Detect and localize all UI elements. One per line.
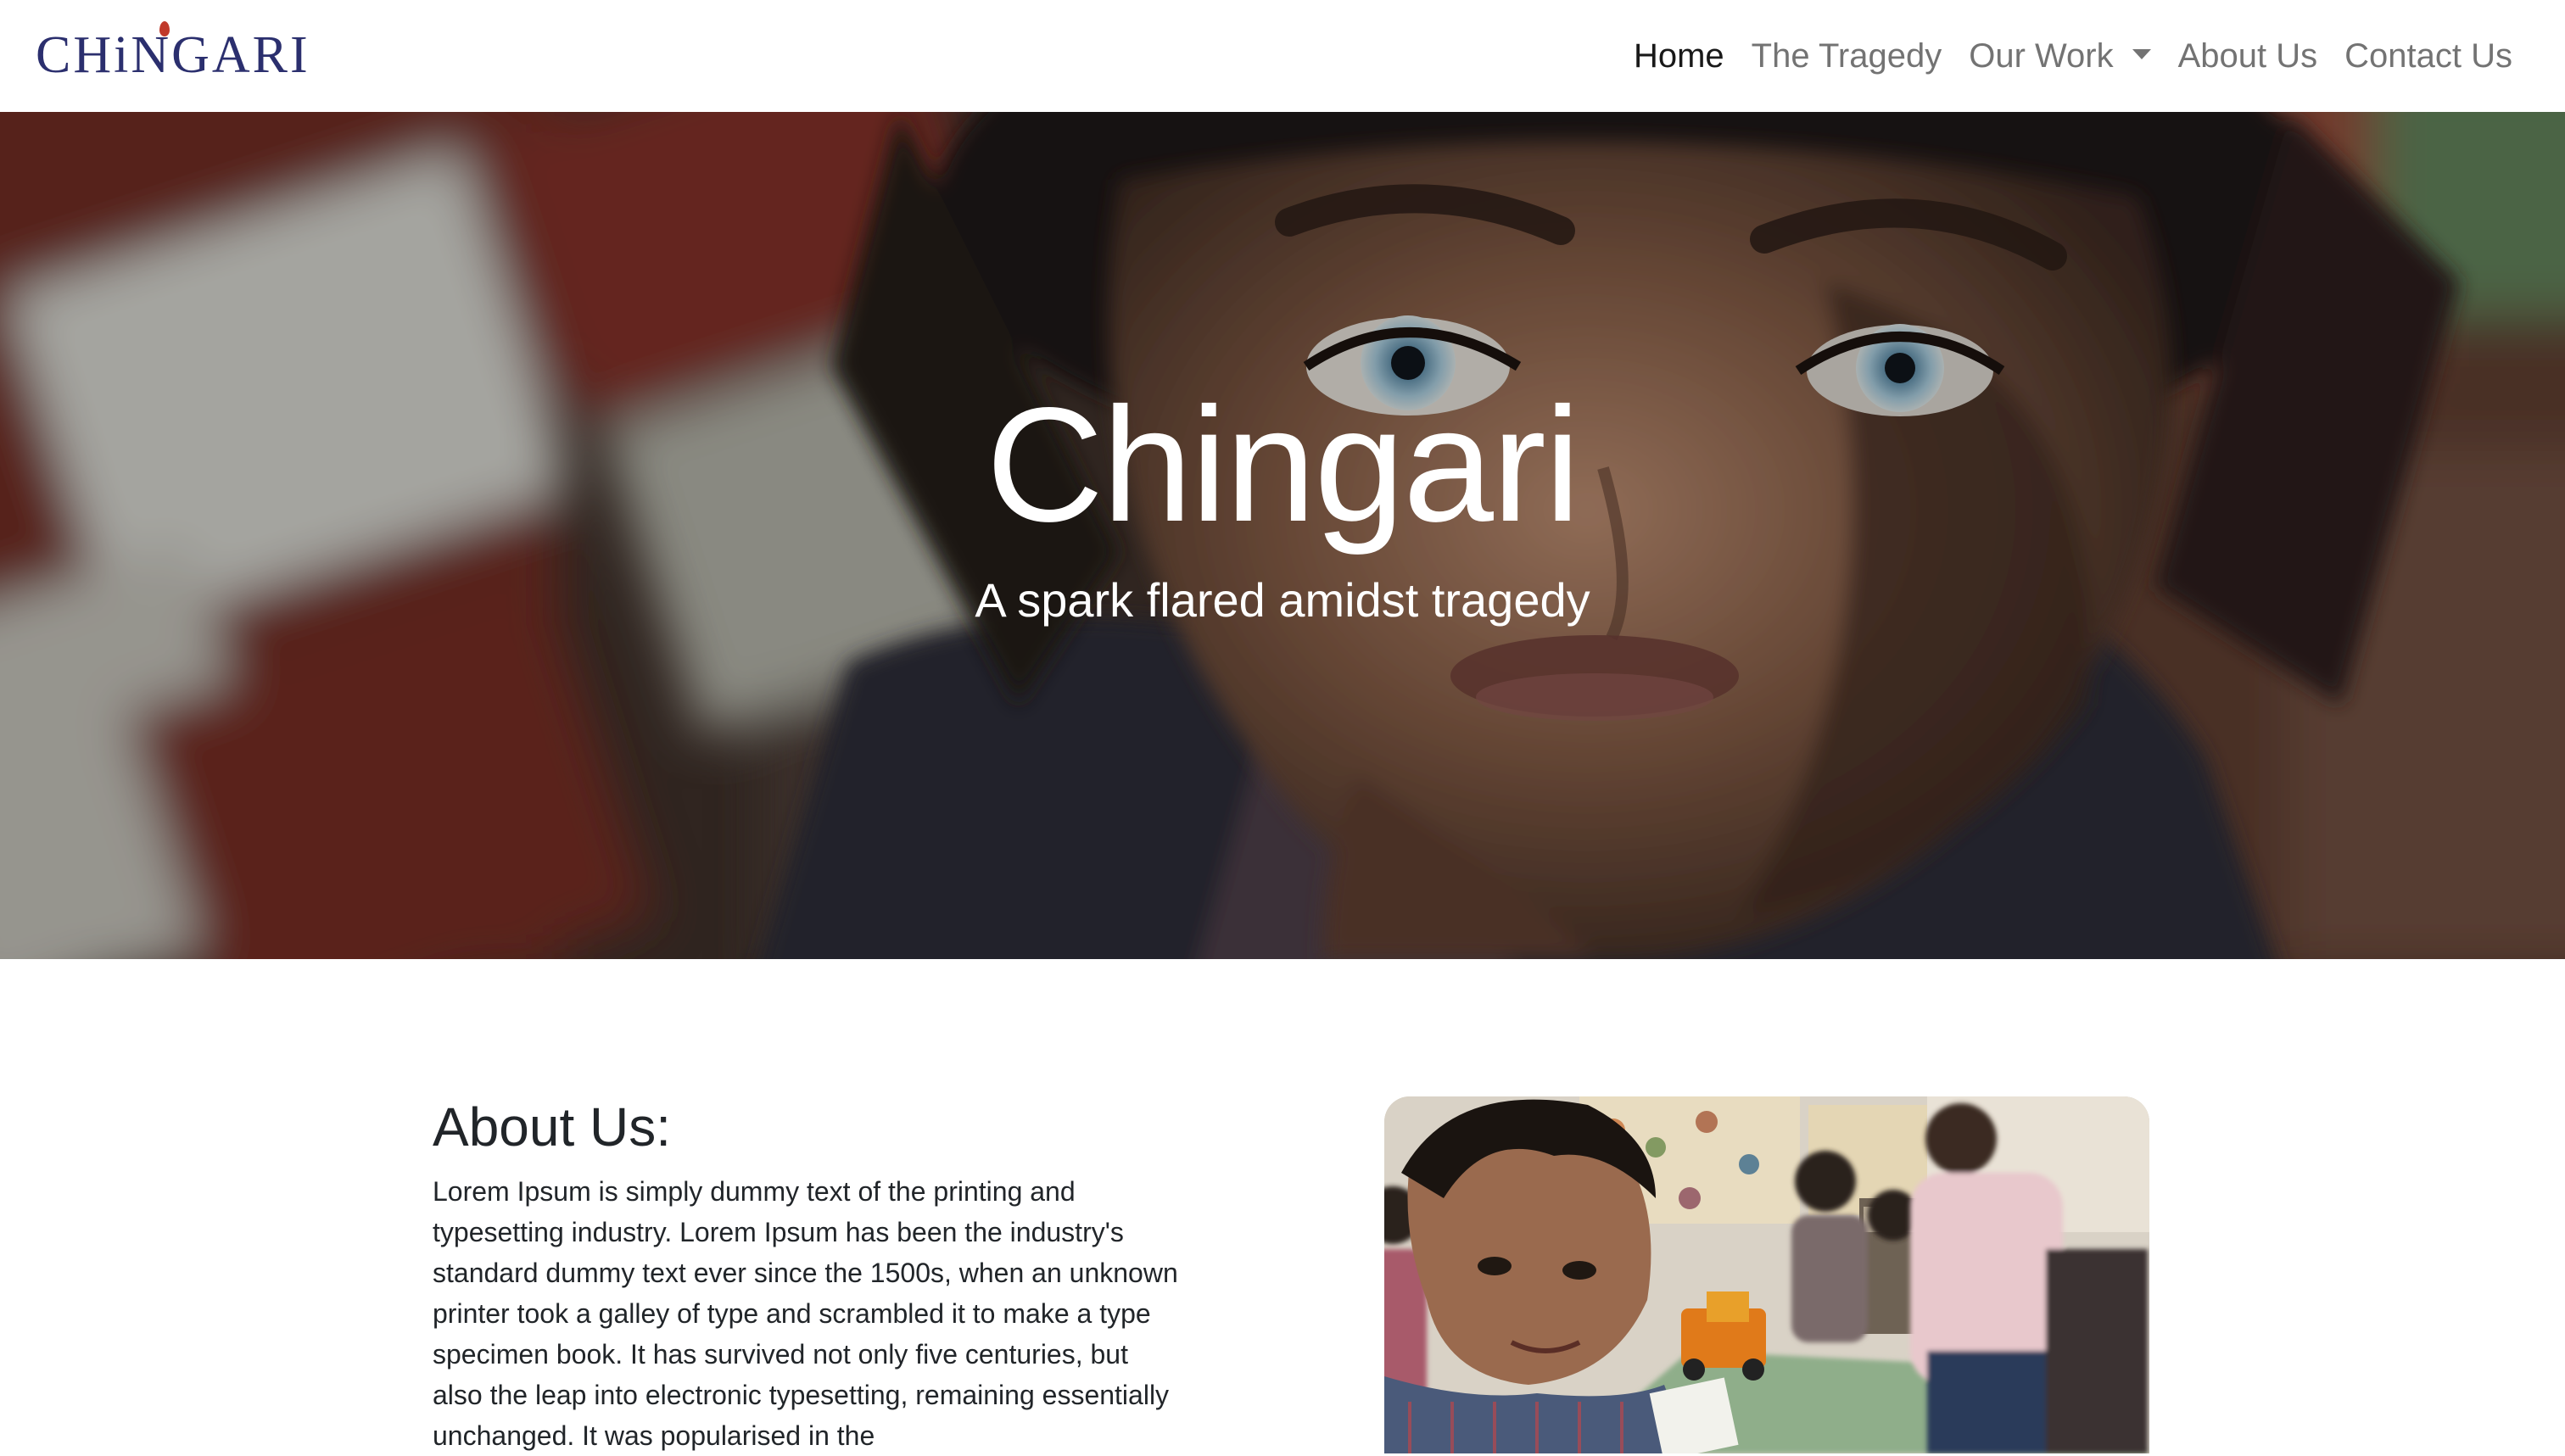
nav-item-our-work[interactable]: Our Work [1955,37,2164,75]
brand-logo[interactable]: CHiNGARI [36,21,310,86]
about-body-text: Lorem Ipsum is simply dummy text of the … [433,1176,1178,1451]
nav-item-home[interactable]: Home [1620,37,1738,75]
hero-title: Chingari [986,373,1580,555]
nav-item-our-work-label: Our Work [1969,36,2114,75]
flame-icon [159,21,170,36]
nav-item-the-tragedy[interactable]: The Tragedy [1738,37,1956,75]
navbar: CHiNGARI Home The Tragedy Our Work About… [0,0,2565,112]
about-heading: About Us: [433,1096,672,1158]
caret-down-icon [2132,49,2151,59]
hero-banner: Chingari A spark flared amidst tragedy [0,112,2565,959]
brand-logo-text: CHiNGARI [36,26,310,84]
classroom-image [1384,1096,2149,1453]
nav-menu: Home The Tragedy Our Work About Us Conta… [1620,37,2526,75]
nav-item-about-us[interactable]: About Us [2165,37,2332,75]
about-section: About Us: Lorem Ipsum is simply dummy te… [0,959,2565,1453]
nav-item-contact-us[interactable]: Contact Us [2331,37,2526,75]
about-photo [1384,1096,2149,1453]
hero-subtitle: A spark flared amidst tragedy [975,573,1590,627]
